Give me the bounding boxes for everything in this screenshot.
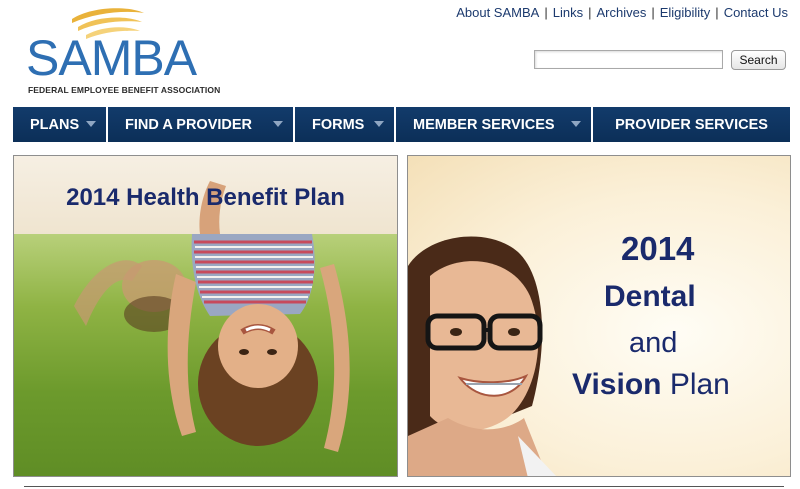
dental-vision-word-vision: Vision — [572, 368, 662, 401]
dental-vision-year: 2014 — [621, 230, 695, 267]
dropdown-caret-icon[interactable] — [571, 121, 581, 127]
top-utility-links: About SAMBA | Links | Archives | Eligibility | C… — [456, 5, 788, 20]
nav-forms[interactable]: FORMS — [295, 107, 396, 142]
separator: | — [715, 5, 719, 20]
nav-provider-services[interactable]: PROVIDER SERVICES — [593, 107, 790, 142]
contact-us-link[interactable]: Contact Us — [724, 5, 788, 20]
logo-wordmark: SAMBA — [26, 30, 197, 86]
search-input[interactable] — [534, 50, 723, 69]
nav-forms-label: FORMS — [312, 116, 365, 133]
nav-find-a-provider-label: FIND A PROVIDER — [125, 116, 253, 133]
girl-with-glasses-illustration — [408, 236, 557, 476]
separator: | — [544, 5, 548, 20]
samba-logo[interactable]: SAMBA FEDERAL EMPLOYEE BENEFIT ASSOCIATI… — [26, 5, 220, 97]
dental-vision-line-vision-plan: Vision Plan — [572, 368, 730, 402]
main-nav: PLANS FIND A PROVIDER FORMS MEMBER SERVI… — [13, 107, 790, 142]
dental-vision-line-dental: Dental — [604, 280, 696, 313]
health-plan-banner-title: 2014 Health Benefit Plan — [66, 184, 345, 211]
health-plan-banner[interactable]: 2014 Health Benefit Plan — [13, 155, 398, 477]
nav-member-services-label: MEMBER SERVICES — [413, 116, 555, 133]
separator: | — [651, 5, 655, 20]
nav-plans[interactable]: PLANS — [13, 107, 108, 142]
nav-find-a-provider[interactable]: FIND A PROVIDER — [108, 107, 295, 142]
about-samba-link[interactable]: About SAMBA — [456, 5, 539, 20]
nav-plans-label: PLANS — [30, 116, 80, 133]
nav-provider-services-label: PROVIDER SERVICES — [615, 116, 768, 133]
separator: | — [588, 5, 592, 20]
search-button[interactable]: Search — [731, 50, 786, 70]
links-link[interactable]: Links — [553, 5, 583, 20]
dental-vision-banner[interactable]: 2014 Dental and Vision Plan — [407, 155, 791, 477]
dropdown-caret-icon[interactable] — [374, 121, 384, 127]
dropdown-caret-icon[interactable] — [273, 121, 283, 127]
dental-vision-line-and: and — [629, 327, 678, 359]
eligibility-link[interactable]: Eligibility — [660, 5, 711, 20]
archives-link[interactable]: Archives — [596, 5, 646, 20]
dropdown-caret-icon[interactable] — [86, 121, 96, 127]
nav-member-services[interactable]: MEMBER SERVICES — [396, 107, 593, 142]
section-divider — [24, 486, 784, 487]
logo-tagline: FEDERAL EMPLOYEE BENEFIT ASSOCIATION — [28, 85, 221, 95]
dental-vision-word-plan: Plan — [661, 368, 730, 401]
